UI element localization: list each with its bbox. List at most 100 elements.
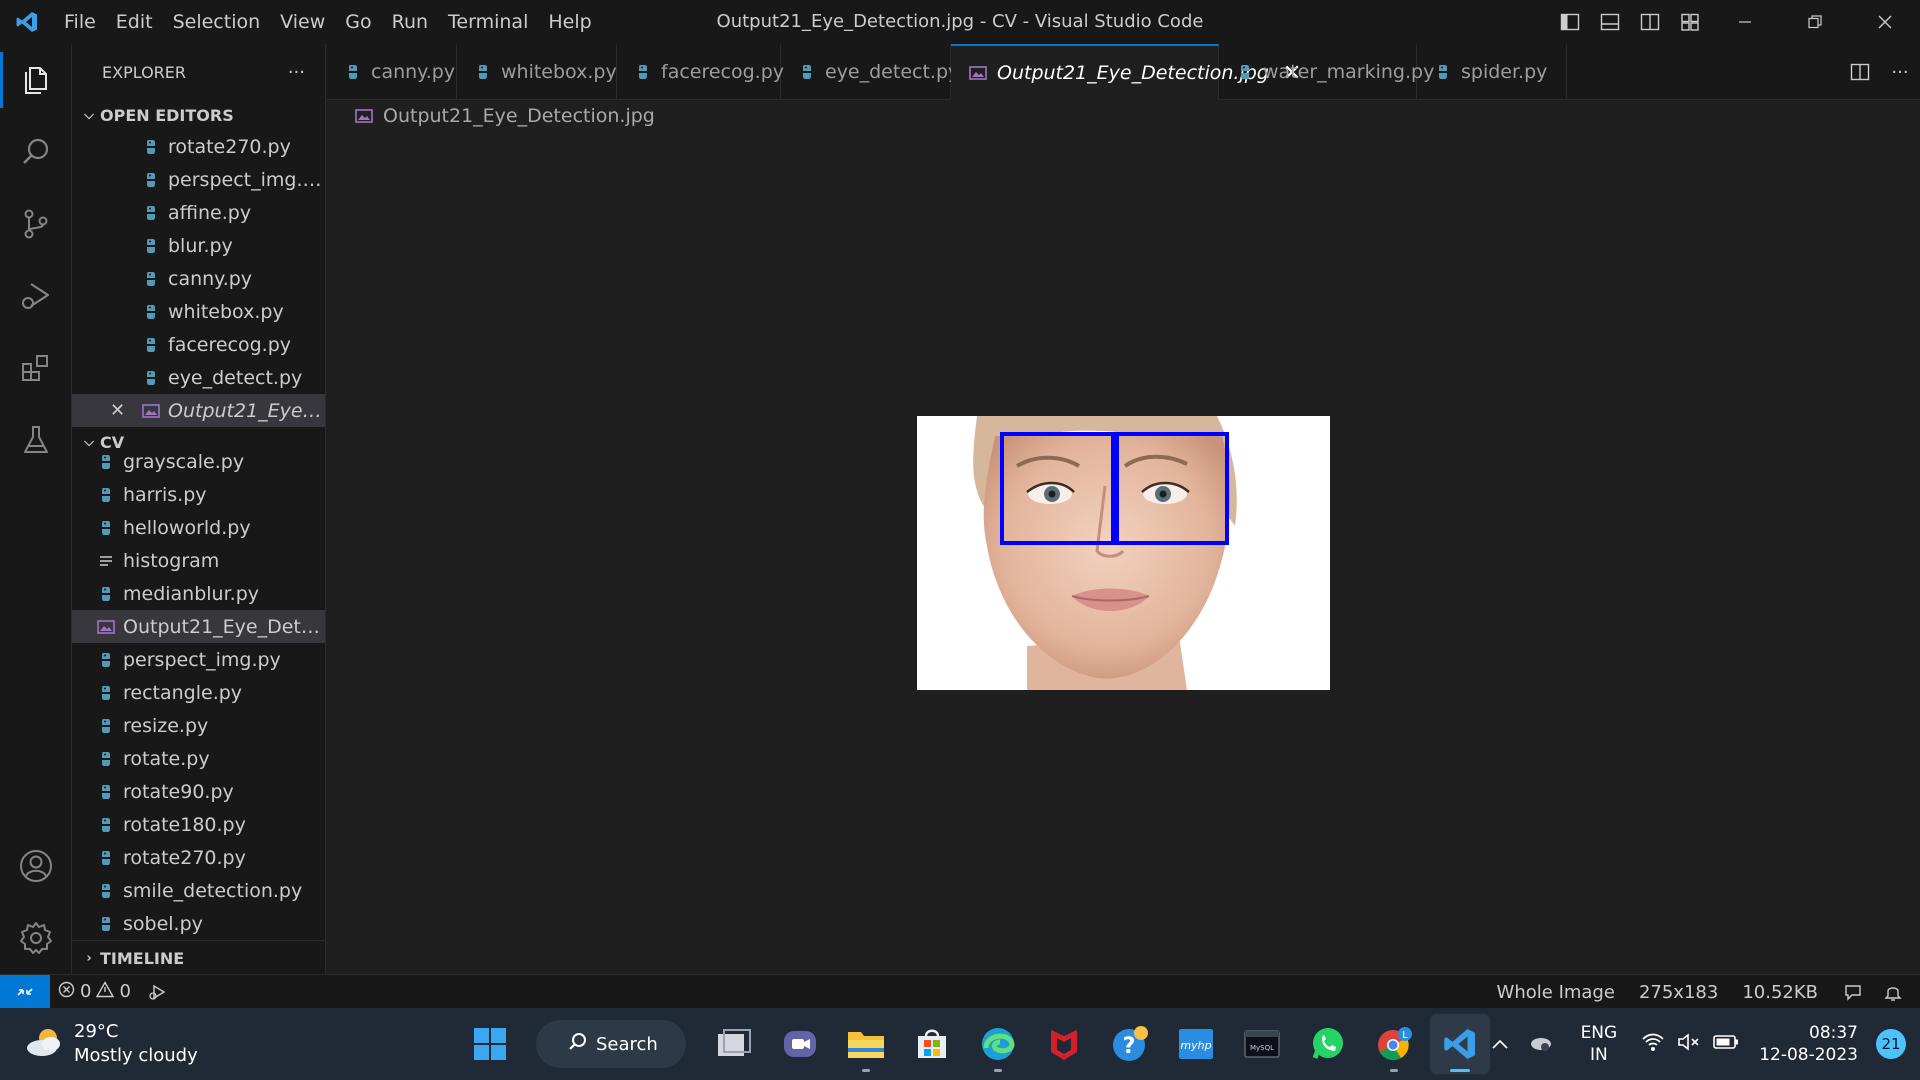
testing-icon[interactable]	[0, 404, 72, 476]
task-view-icon[interactable]	[704, 1014, 764, 1074]
python-file-icon	[95, 487, 117, 503]
search-icon	[568, 1032, 588, 1057]
file-tree-item[interactable]: grayscale.py	[72, 445, 325, 478]
mysql-workbench-icon[interactable]: MySQL	[1232, 1014, 1292, 1074]
customize-layout-icon[interactable]	[1670, 0, 1710, 44]
accounts-icon[interactable]	[0, 830, 72, 902]
wifi-icon[interactable]	[1641, 1032, 1665, 1056]
timeline-section[interactable]: › TIMELINE	[72, 940, 325, 974]
taskbar-search-button[interactable]: Search	[536, 1020, 686, 1068]
toggle-secondary-sidebar-icon[interactable]	[1630, 0, 1670, 44]
get-help-icon[interactable]: ?	[1100, 1014, 1160, 1074]
file-tree-item[interactable]: rotate.py	[72, 742, 325, 775]
onedrive-cloud-icon[interactable]	[1529, 1033, 1553, 1055]
python-file-icon	[95, 817, 117, 833]
feedback-icon[interactable]	[1830, 983, 1876, 1001]
activity-bar-bottom	[0, 830, 72, 974]
chevron-up-icon[interactable]	[1491, 1035, 1509, 1054]
file-tree-item[interactable]: harris.py	[72, 478, 325, 511]
minimize-icon[interactable]	[1710, 0, 1780, 44]
open-editor-item[interactable]: whitebox.py	[72, 295, 325, 328]
notification-count-badge[interactable]: 21	[1876, 1029, 1906, 1059]
menu-terminal[interactable]: Terminal	[438, 6, 538, 38]
volume-muted-icon[interactable]	[1677, 1032, 1701, 1056]
extensions-icon[interactable]	[0, 332, 72, 404]
notifications-bell-icon[interactable]	[1876, 983, 1920, 1001]
toggle-panel-icon[interactable]	[1590, 0, 1630, 44]
zoom-level[interactable]: Whole Image	[1485, 982, 1627, 1003]
editor-tab[interactable]: water_marking.py	[1219, 44, 1434, 100]
language-indicator[interactable]: ENG IN	[1581, 1022, 1618, 1066]
weather-widget[interactable]: 29°C Mostly cloudy	[24, 1008, 198, 1080]
menu-file[interactable]: File	[54, 6, 106, 38]
menu-go[interactable]: Go	[335, 6, 381, 38]
editor-tab[interactable]: eye_detect.py	[781, 44, 959, 100]
menu-edit[interactable]: Edit	[106, 6, 163, 38]
open-editor-item[interactable]: blur.py	[72, 229, 325, 262]
edge-browser-icon[interactable]	[968, 1014, 1028, 1074]
chrome-icon[interactable]: L	[1364, 1014, 1424, 1074]
close-editor-icon[interactable]: ✕	[110, 394, 125, 427]
menu-help[interactable]: Help	[538, 6, 601, 38]
close-window-icon[interactable]	[1850, 0, 1920, 44]
explorer-more-actions-icon[interactable]: ···	[288, 62, 305, 83]
toggle-primary-sidebar-icon[interactable]	[1550, 0, 1590, 44]
mcafee-icon[interactable]	[1034, 1014, 1094, 1074]
timeline-section-header[interactable]: › TIMELINE	[72, 941, 325, 974]
file-tree-item[interactable]: histogram	[72, 544, 325, 577]
file-tree-label: sobel.py	[123, 912, 203, 935]
windows-start-icon[interactable]	[460, 1014, 520, 1074]
image-preview[interactable]	[917, 416, 1330, 690]
breadcrumb-file[interactable]: Output21_Eye_Detection.jpg	[383, 105, 655, 127]
file-tree-item[interactable]: medianblur.py	[72, 577, 325, 610]
python-file-icon	[140, 370, 162, 386]
editor-actions: ···	[1840, 44, 1920, 100]
search-icon[interactable]	[0, 116, 72, 188]
explorer-icon[interactable]	[0, 44, 72, 116]
restore-icon[interactable]	[1780, 0, 1850, 44]
editor-tab-bar: canny.py whitebox.py facerecog.py eye_detec…	[327, 44, 1920, 100]
open-editor-item[interactable]: canny.py	[72, 262, 325, 295]
myhp-icon[interactable]: myhp	[1166, 1014, 1226, 1074]
file-tree-item[interactable]: sobel.py	[72, 907, 325, 940]
open-editor-item[interactable]: facerecog.py	[72, 328, 325, 361]
editor-tab[interactable]: whitebox.py	[457, 44, 617, 100]
teams-chat-icon[interactable]	[770, 1014, 830, 1074]
source-control-icon[interactable]	[0, 188, 72, 260]
menu-run[interactable]: Run	[382, 6, 438, 38]
microsoft-store-icon[interactable]	[902, 1014, 962, 1074]
file-tree-item[interactable]: smile_detection.py	[72, 874, 325, 907]
remote-indicator-icon[interactable]	[0, 974, 50, 1009]
file-tree-item[interactable]: rotate270.py	[72, 841, 325, 874]
file-tree-item[interactable]: rotate90.py	[72, 775, 325, 808]
file-tree-item[interactable]: perspect_img.py	[72, 643, 325, 676]
editor-tab[interactable]: canny.py	[327, 44, 457, 100]
more-actions-icon[interactable]: ···	[1880, 50, 1920, 94]
battery-icon[interactable]	[1713, 1034, 1739, 1054]
split-editor-icon[interactable]	[1840, 50, 1880, 94]
clock[interactable]: 08:37 12-08-2023	[1759, 1022, 1858, 1066]
open-editor-item[interactable]: affine.py	[72, 196, 325, 229]
run-and-debug-icon[interactable]	[0, 260, 72, 332]
editor-tab[interactable]: spider.py	[1417, 44, 1567, 100]
open-editor-item[interactable]: rotate270.py	[72, 130, 325, 163]
open-editors-section-header[interactable]: ⌵ OPEN EDITORS	[72, 100, 325, 130]
menu-selection[interactable]: Selection	[163, 6, 271, 38]
file-tree-item[interactable]: rectangle.py	[72, 676, 325, 709]
open-editor-item[interactable]: perspect_img.py	[72, 163, 325, 196]
tab-label: spider.py	[1461, 61, 1548, 83]
file-tree-item[interactable]: helloworld.py	[72, 511, 325, 544]
file-tree-item[interactable]: rotate180.py	[72, 808, 325, 841]
file-tree-item[interactable]: Output21_Eye_Detect...	[72, 610, 325, 643]
debug-launch-icon[interactable]	[139, 983, 175, 1001]
editor-tab[interactable]: facerecog.py	[617, 44, 784, 100]
settings-gear-icon[interactable]	[0, 902, 72, 974]
open-editor-item[interactable]: ✕ Output21_Eye_D...	[72, 394, 325, 427]
open-editor-item[interactable]: eye_detect.py	[72, 361, 325, 394]
file-tree-item[interactable]: resize.py	[72, 709, 325, 742]
file-explorer-icon[interactable]	[836, 1014, 896, 1074]
menu-view[interactable]: View	[270, 6, 335, 38]
whatsapp-icon[interactable]	[1298, 1014, 1358, 1074]
problems-indicator[interactable]: 0 0	[50, 980, 139, 1003]
editor-tab[interactable]: Output21_Eye_Detection.jpg ✕	[951, 44, 1301, 100]
